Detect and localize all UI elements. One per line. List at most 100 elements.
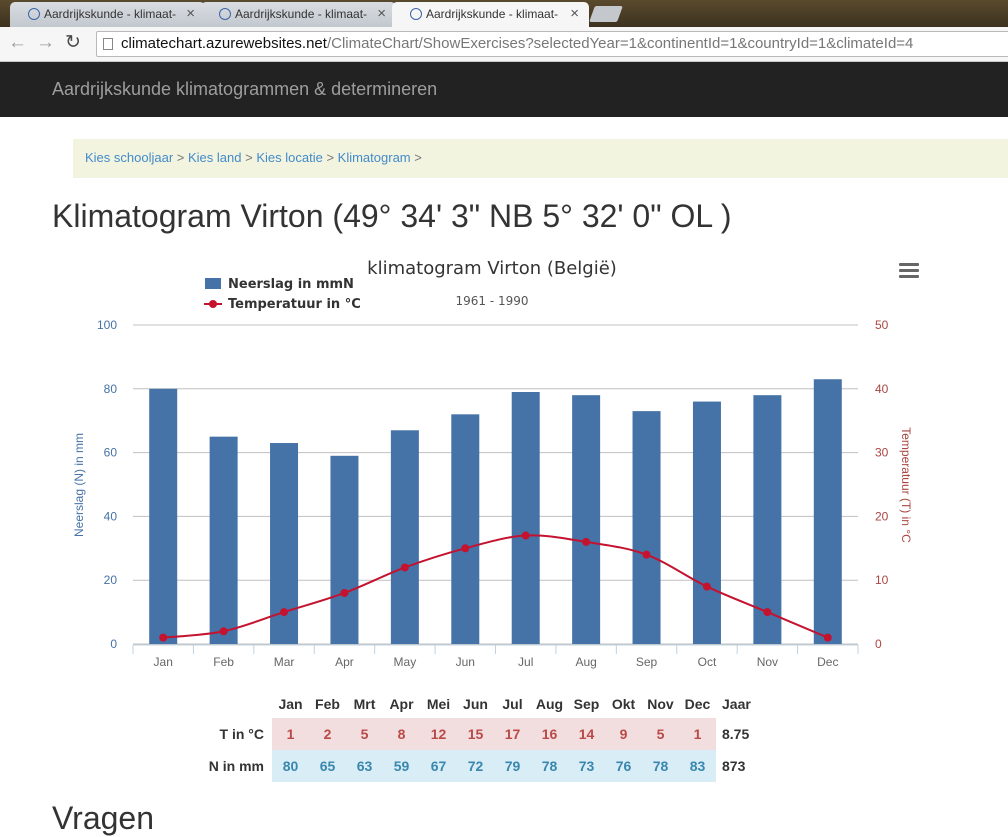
precipitation-bar: [753, 395, 782, 644]
precipitation-bar: [330, 455, 359, 644]
temperature-cell: 9: [605, 718, 642, 750]
globe-icon: [219, 8, 231, 20]
temperature-point: [461, 544, 470, 553]
precipitation-cell: 65: [309, 750, 346, 782]
page-title: Klimatogram Virton (49° 34' 3" NB 5° 32'…: [52, 198, 732, 234]
month-header: Mrt: [353, 695, 376, 712]
address-bar[interactable]: climatechart.azurewebsites.net/ClimateCh…: [96, 31, 1008, 57]
breadcrumb-klimatogram[interactable]: Klimatogram: [338, 150, 411, 165]
legend-label-precipitation: Neerslag in mmN: [228, 277, 354, 292]
y-right-tick-label: 20: [875, 509, 889, 523]
breadcrumb-separator: >: [245, 150, 253, 165]
x-tick-label: Mar: [274, 655, 295, 669]
browser-tab-2[interactable]: Aardrijkskunde - klimaat- ×: [201, 2, 396, 27]
precipitation-bar: [149, 388, 178, 644]
legend-marker-temperature: [209, 300, 217, 308]
tab-title: Aardrijkskunde - klimaat-: [426, 7, 559, 21]
back-arrow-icon[interactable]: ←: [8, 32, 27, 54]
x-tick-label: Jun: [456, 655, 475, 669]
temperature-line: [163, 534, 829, 639]
table-header-row: Jan Feb Mrt Apr Mei Jun Jul Aug Sep Okt …: [200, 689, 766, 718]
temperature-year: 8.75: [722, 726, 750, 742]
month-header: Jun: [463, 695, 488, 712]
temperature-cell: 8: [383, 718, 420, 750]
y-left-tick-label: 20: [104, 573, 118, 587]
precipitation-row: N in mm 80 65 63 59 67 72 79 78 73 76 78…: [200, 750, 766, 782]
x-tick-label: Aug: [575, 655, 596, 669]
brand-link[interactable]: Aardrijkskunde klimatogrammen & determin…: [52, 79, 437, 100]
precipitation-cell: 80: [272, 750, 309, 782]
browser-tab-bar: Aardrijkskunde - klimaat- × Aardrijkskun…: [0, 0, 1008, 27]
reload-icon[interactable]: ↻: [65, 32, 81, 54]
y-right-tick-label: 10: [875, 573, 889, 587]
month-header: Sep: [573, 695, 600, 712]
breadcrumb-separator: >: [326, 150, 335, 165]
x-tick-label: Jan: [154, 655, 173, 669]
month-header: Apr: [389, 695, 414, 712]
temperature-point: [582, 537, 591, 546]
precipitation-bar: [390, 430, 419, 644]
month-header: Mei: [426, 695, 451, 712]
precipitation-bar: [572, 395, 601, 644]
precipitation-bar: [451, 414, 480, 644]
precipitation-label: N in mm: [208, 758, 264, 774]
close-icon[interactable]: ×: [570, 5, 579, 22]
breadcrumb: Kies schooljaar > Kies land > Kies locat…: [73, 139, 1008, 178]
month-header: Dec: [684, 695, 711, 712]
browser-tab-3[interactable]: Aardrijkskunde - klimaat- ×: [392, 2, 589, 27]
breadcrumb-locatie[interactable]: Kies locatie: [256, 150, 322, 165]
tab-title: Aardrijkskunde - klimaat-: [44, 7, 177, 21]
month-header: Okt: [611, 695, 636, 712]
url-path: /ClimateChart/ShowExercises?selectedYear…: [326, 35, 914, 52]
climate-table: Jan Feb Mrt Apr Mei Jun Jul Aug Sep Okt …: [200, 689, 766, 782]
precipitation-cell: 67: [420, 750, 457, 782]
new-tab-button[interactable]: [589, 6, 623, 22]
month-header: Feb: [315, 695, 340, 712]
temperature-cell: 12: [420, 718, 457, 750]
breadcrumb-separator: >: [176, 150, 185, 165]
page-icon: [103, 38, 113, 50]
chart-menu-icon[interactable]: [899, 263, 919, 279]
temperature-cell: 5: [642, 718, 679, 750]
tab-title: Aardrijkskunde - klimaat-: [235, 7, 368, 21]
chart-title: klimatogram Virton (België): [367, 258, 617, 279]
precipitation-cell: 59: [383, 750, 420, 782]
precipitation-cell: 72: [457, 750, 494, 782]
precipitation-bar: [511, 391, 540, 644]
x-tick-label: Oct: [698, 655, 717, 669]
y-left-tick-label: 100: [97, 318, 117, 332]
month-header: Jan: [278, 695, 303, 712]
temperature-point: [219, 627, 228, 636]
precipitation-cell: 63: [346, 750, 383, 782]
temperature-cell: 17: [494, 718, 531, 750]
x-tick-label: Dec: [817, 655, 838, 669]
temperature-row: T in °C 1 2 5 8 12 15 17 16 14 9 5 1 8.7…: [200, 718, 766, 750]
browser-toolbar: ← → ↻ climatechart.azurewebsites.net/Cli…: [0, 27, 1008, 62]
chart-svg: klimatogram Virton (België) 1961 - 1990 0 2…: [72, 258, 913, 669]
month-header: Aug: [535, 695, 564, 712]
temperature-point: [521, 531, 530, 540]
breadcrumb-schooljaar[interactable]: Kies schooljaar: [85, 150, 173, 165]
close-icon[interactable]: ×: [186, 5, 195, 22]
breadcrumb-separator: >: [414, 150, 422, 165]
temperature-label: T in °C: [219, 726, 264, 742]
x-tick-label: Apr: [335, 655, 354, 669]
temperature-cell: 5: [346, 718, 383, 750]
climate-chart: klimatogram Virton (België) 1961 - 1990 0 2…: [0, 250, 1008, 680]
x-tick-label: May: [394, 655, 417, 669]
legend-swatch-precipitation: [205, 278, 221, 289]
temperature-cell: 1: [272, 718, 309, 750]
y-right-tick-label: 50: [875, 318, 889, 332]
close-icon[interactable]: ×: [377, 5, 386, 22]
y-left-axis-title: Neerslag (N) in mm: [72, 433, 86, 537]
y-left-tick-label: 40: [104, 509, 118, 523]
browser-tab-1[interactable]: Aardrijkskunde - klimaat- ×: [10, 2, 205, 27]
precipitation-cell: 78: [642, 750, 679, 782]
precipitation-cell: 73: [568, 750, 605, 782]
breadcrumb-land[interactable]: Kies land: [188, 150, 241, 165]
y-right-tick-label: 0: [875, 637, 882, 651]
y-right-tick-label: 40: [875, 382, 889, 396]
forward-arrow-icon[interactable]: →: [36, 32, 55, 54]
month-header: Nov: [647, 695, 674, 712]
globe-icon: [28, 8, 40, 20]
